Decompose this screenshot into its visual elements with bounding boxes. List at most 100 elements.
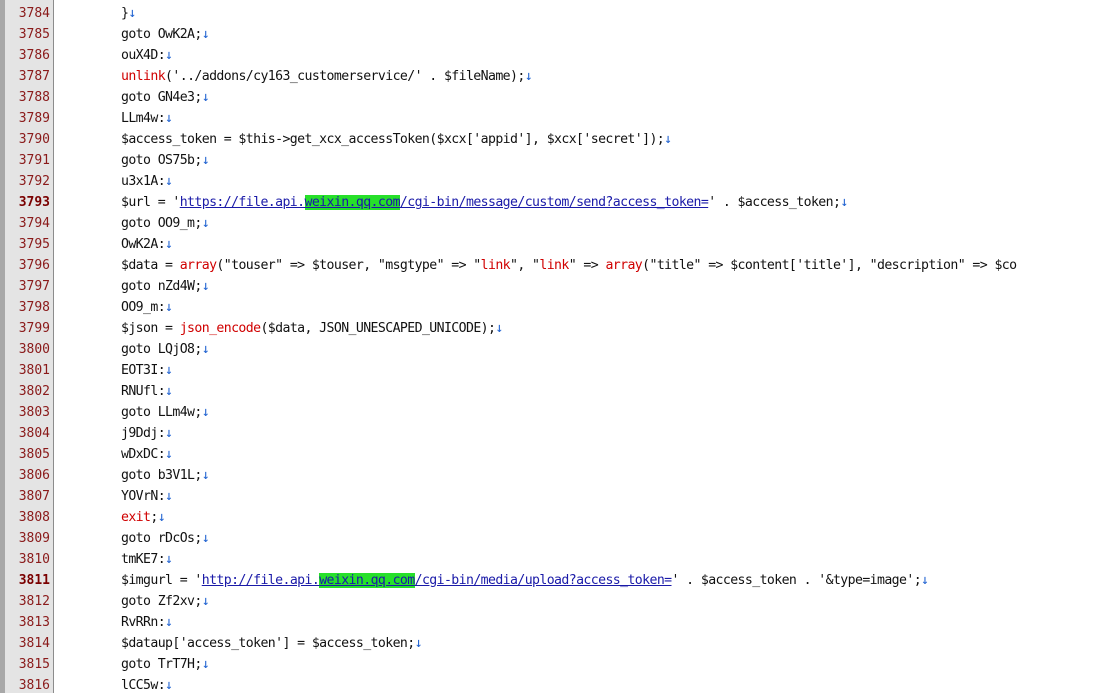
- code-line[interactable]: 3799 $json = json_encode($data, JSON_UNES…: [0, 318, 1097, 339]
- code-line[interactable]: 3801 EOT3I:↓: [0, 360, 1097, 381]
- line-number: 3792: [18, 174, 50, 189]
- code-line[interactable]: 3814 $dataup['access_token'] = $access_to…: [0, 633, 1097, 654]
- line-number: 3786: [18, 48, 50, 63]
- newline-marker-icon: ↓: [165, 363, 173, 378]
- url-link[interactable]: /cgi-bin/message/custom/send?access_toke…: [400, 195, 709, 210]
- line-number: 3795: [18, 237, 50, 252]
- line-number: 3813: [18, 615, 50, 630]
- code-line[interactable]: 3802 RNUfl:↓: [0, 381, 1097, 402]
- code-line[interactable]: 3788 goto GN4e3;↓: [0, 87, 1097, 108]
- line-number: 3815: [18, 657, 50, 672]
- newline-marker-icon: ↓: [201, 405, 210, 420]
- code-line[interactable]: 3813 RvRRn:↓: [0, 612, 1097, 633]
- code-text[interactable]: ouX4D:↓: [121, 45, 173, 66]
- code-text[interactable]: tmKE7:↓: [121, 549, 173, 570]
- code-line[interactable]: 3806 goto b3V1L;↓: [0, 465, 1097, 486]
- url-link[interactable]: http://file.api.: [202, 573, 320, 588]
- line-number: 3809: [18, 531, 50, 546]
- code-line[interactable]: 3804 j9Ddj:↓: [0, 423, 1097, 444]
- code-line[interactable]: 3809 goto rDcOs;↓: [0, 528, 1097, 549]
- code-line[interactable]: 3784 }↓: [0, 3, 1097, 24]
- code-text[interactable]: goto Zf2xv;↓: [121, 591, 210, 612]
- code-text[interactable]: RNUfl:↓: [121, 381, 173, 402]
- code-line[interactable]: 3805 wDxDC:↓: [0, 444, 1097, 465]
- search-highlight[interactable]: weixin.qq.com: [304, 195, 401, 210]
- code-text[interactable]: YOVrN:↓: [121, 486, 173, 507]
- code-text[interactable]: OO9_m:↓: [121, 297, 173, 318]
- code-line[interactable]: 3787 unlink('../addons/cy163_customerserv…: [0, 66, 1097, 87]
- code-text[interactable]: wDxDC:↓: [121, 444, 173, 465]
- code-segment: ", ": [510, 258, 540, 273]
- keyword-token: json_encode: [179, 321, 261, 336]
- code-text[interactable]: goto LQjO8;↓: [121, 339, 210, 360]
- code-text[interactable]: $imgurl = 'http://file.api.weixin.qq.com…: [121, 570, 929, 591]
- url-link[interactable]: https://file.api.: [180, 195, 305, 210]
- code-text[interactable]: LLm4w:↓: [121, 108, 173, 129]
- code-segment: LLm4w:: [121, 111, 166, 126]
- code-line[interactable]: 3810 tmKE7:↓: [0, 549, 1097, 570]
- code-line[interactable]: 3786 ouX4D:↓: [0, 45, 1097, 66]
- code-line[interactable]: 3789 LLm4w:↓: [0, 108, 1097, 129]
- line-number: 3804: [18, 426, 50, 441]
- code-text[interactable]: goto b3V1L;↓: [121, 465, 210, 486]
- code-text[interactable]: OwK2A:↓: [121, 234, 173, 255]
- code-text[interactable]: unlink('../addons/cy163_customerservice/…: [121, 66, 533, 87]
- code-segment: goto LQjO8;: [121, 342, 202, 357]
- code-text[interactable]: goto LLm4w;↓: [121, 402, 210, 423]
- code-line[interactable]: 3790 $access_token = $this->get_xcx_acces…: [0, 129, 1097, 150]
- code-text[interactable]: RvRRn:↓: [121, 612, 173, 633]
- search-highlight[interactable]: weixin.qq.com: [319, 573, 415, 588]
- code-text[interactable]: j9Ddj:↓: [121, 423, 173, 444]
- code-line[interactable]: 3808 exit;↓: [0, 507, 1097, 528]
- line-number: 3788: [18, 90, 50, 105]
- code-line[interactable]: 3796 $data = array("touser" => $touser, "…: [0, 255, 1097, 276]
- code-line[interactable]: 3791 goto OS75b;↓: [0, 150, 1097, 171]
- code-segment: $json =: [121, 321, 180, 336]
- code-line[interactable]: 3792 u3x1A:↓: [0, 171, 1097, 192]
- code-text[interactable]: }↓: [121, 3, 136, 24]
- code-text[interactable]: EOT3I:↓: [121, 360, 173, 381]
- code-text[interactable]: goto OO9_m;↓: [121, 213, 210, 234]
- line-number: 3814: [18, 636, 50, 651]
- code-text[interactable]: u3x1A:↓: [121, 171, 173, 192]
- newline-marker-icon: ↓: [128, 6, 136, 21]
- newline-marker-icon: ↓: [201, 216, 210, 231]
- code-segment: YOVrN:: [121, 489, 166, 504]
- code-editor[interactable]: 3784 }↓ 3785 goto OwK2A;↓ 3786 ouX4D:↓ 3787 unl…: [0, 0, 1097, 693]
- line-number: 3784: [18, 6, 50, 21]
- code-text[interactable]: goto nZd4W;↓: [121, 276, 210, 297]
- code-text[interactable]: goto GN4e3;↓: [121, 87, 210, 108]
- keyword-token: link: [539, 258, 569, 273]
- code-line[interactable]: 3785 goto OwK2A;↓: [0, 24, 1097, 45]
- line-number: 3807: [18, 489, 50, 504]
- code-text[interactable]: $url = 'https://file.api.weixin.qq.com/c…: [121, 192, 848, 213]
- code-line[interactable]: 3793 $url = 'https://file.api.weixin.qq.c…: [0, 192, 1097, 213]
- code-text[interactable]: $dataup['access_token'] = $access_token;…: [121, 633, 423, 654]
- code-line[interactable]: 3807 YOVrN:↓: [0, 486, 1097, 507]
- code-text[interactable]: goto rDcOs;↓: [121, 528, 210, 549]
- code-text[interactable]: $access_token = $this->get_xcx_accessTok…: [121, 129, 672, 150]
- keyword-token: array: [179, 258, 217, 273]
- newline-marker-icon: ↓: [201, 342, 210, 357]
- code-line[interactable]: 3797 goto nZd4W;↓: [0, 276, 1097, 297]
- code-line[interactable]: 3795 OwK2A:↓: [0, 234, 1097, 255]
- code-line[interactable]: 3815 goto TrT7H;↓: [0, 654, 1097, 675]
- code-text[interactable]: exit;↓: [121, 507, 166, 528]
- code-text[interactable]: goto OS75b;↓: [121, 150, 210, 171]
- code-segment: $dataup['access_token'] = $access_token;: [121, 636, 415, 651]
- code-text[interactable]: goto TrT7H;↓: [121, 654, 210, 675]
- line-number: 3805: [18, 447, 50, 462]
- code-line[interactable]: 3798 OO9_m:↓: [0, 297, 1097, 318]
- code-line[interactable]: 3812 goto Zf2xv;↓: [0, 591, 1097, 612]
- code-text[interactable]: goto OwK2A;↓: [121, 24, 210, 45]
- line-number: 3791: [18, 153, 50, 168]
- code-line[interactable]: 3811 $imgurl = 'http://file.api.weixin.qq…: [0, 570, 1097, 591]
- code-line[interactable]: 3803 goto LLm4w;↓: [0, 402, 1097, 423]
- code-segment: " =>: [568, 258, 606, 273]
- code-text[interactable]: $json = json_encode($data, JSON_UNESCAPE…: [121, 318, 503, 339]
- code-line[interactable]: 3794 goto OO9_m;↓: [0, 213, 1097, 234]
- code-line[interactable]: 3800 goto LQjO8;↓: [0, 339, 1097, 360]
- url-link[interactable]: /cgi-bin/media/upload?access_token=: [415, 573, 672, 588]
- code-segment: goto LLm4w;: [121, 405, 202, 420]
- code-text[interactable]: $data = array("touser" => $touser, "msgt…: [121, 255, 1017, 276]
